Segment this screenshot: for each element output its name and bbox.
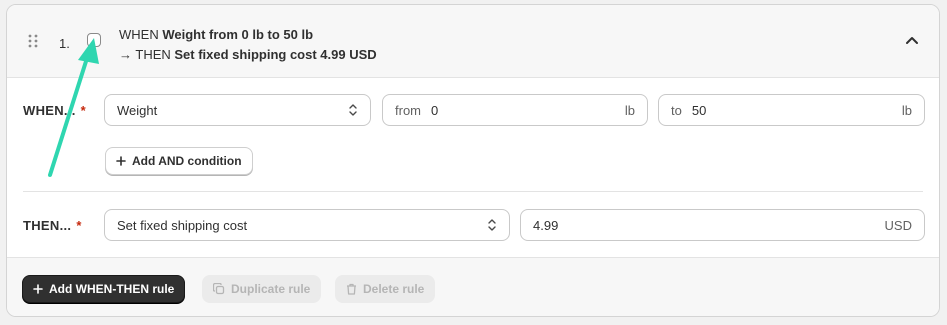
duplicate-icon [213,283,225,295]
then-label: THEN... * [23,218,82,233]
from-prefix: from [395,102,421,118]
summary-then-prefix: → THEN [119,47,175,62]
to-unit: lb [901,102,912,118]
drag-handle-icon[interactable] [27,34,39,48]
plus-icon [116,156,126,166]
required-mark: * [76,218,82,233]
plus-icon [33,284,43,294]
condition-select[interactable]: Weight [104,94,371,126]
from-value: 0 [431,102,439,118]
to-prefix: to [671,102,682,118]
required-mark: * [80,103,87,118]
rule-footer: Add WHEN-THEN rule Duplicate rule Delete… [7,257,939,316]
then-label-text: THEN... [23,218,72,233]
select-arrows-icon [349,104,357,116]
rule-card: 1. WHEN Weight from 0 lb to 50 lb → THEN… [6,4,940,317]
add-and-condition-button[interactable]: Add AND condition [105,147,253,175]
from-unit: lb [624,102,635,118]
weight-from-field[interactable]: from 0 lb [382,94,648,126]
add-and-condition-label: Add AND condition [132,154,242,168]
duplicate-rule-label: Duplicate rule [231,282,311,296]
shipping-cost-field[interactable]: 4.99 USD [520,209,925,241]
to-value: 50 [691,102,707,118]
trash-icon [346,283,357,295]
select-arrows-icon [488,219,496,231]
delete-rule-label: Delete rule [363,282,425,296]
delete-rule-button[interactable]: Delete rule [335,275,436,303]
action-select-value: Set fixed shipping cost [117,217,248,233]
add-when-then-rule-button[interactable]: Add WHEN-THEN rule [22,275,186,303]
weight-to-field[interactable]: to 50 lb [658,94,925,126]
summary-when-condition: Weight from 0 lb to 50 lb [162,27,314,42]
add-when-then-rule-label: Add WHEN-THEN rule [49,282,175,296]
summary-when: WHEN Weight from 0 lb to 50 lb [119,25,377,45]
condition-select-value: Weight [117,102,158,118]
chevron-up-icon[interactable] [905,35,919,45]
summary-when-prefix: WHEN [119,27,163,42]
rule-checkbox[interactable] [87,33,101,47]
when-label-text: WHEN... [23,103,76,118]
summary-then: → THEN Set fixed shipping cost 4.99 USD [119,45,377,65]
divider [23,191,923,192]
rule-summary: WHEN Weight from 0 lb to 50 lb → THEN Se… [119,25,377,65]
duplicate-rule-button[interactable]: Duplicate rule [202,275,322,303]
shipping-cost-currency: USD [884,217,912,233]
rule-header[interactable]: 1. WHEN Weight from 0 lb to 50 lb → THEN… [7,5,939,78]
when-label: WHEN... * [23,103,86,118]
summary-then-action: Set fixed shipping cost 4.99 USD [174,47,377,62]
action-select[interactable]: Set fixed shipping cost [104,209,510,241]
shipping-cost-value: 4.99 [533,217,559,233]
rule-number: 1. [59,36,70,51]
